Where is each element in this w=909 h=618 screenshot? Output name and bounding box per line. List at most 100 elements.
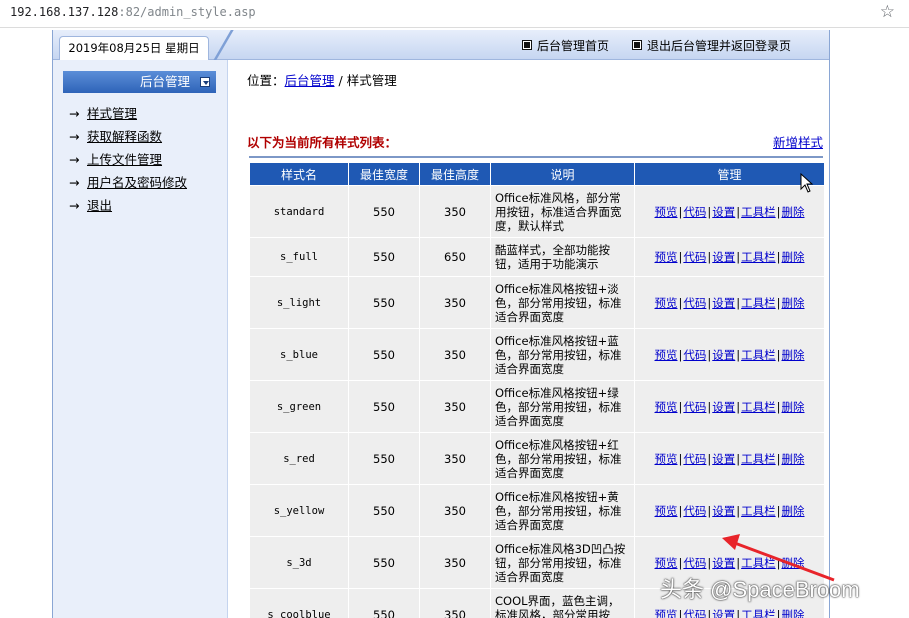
preview-link[interactable]: 预览 [655, 205, 678, 219]
star-icon[interactable]: ☆ [880, 2, 895, 22]
manage-cell: 预览|代码|设置|工具栏|删除 [635, 433, 824, 484]
delete-link[interactable]: 删除 [782, 348, 805, 362]
settings-link[interactable]: 设置 [712, 400, 735, 414]
sidebar-menu: → 样式管理 → 获取解释函数 → 上传文件管理 → 用户名及密码修改 → 退出 [69, 102, 187, 217]
separator: | [707, 607, 712, 618]
settings-link[interactable]: 设置 [712, 296, 735, 310]
best-height-cell: 350 [420, 537, 490, 588]
preview-link[interactable]: 预览 [655, 296, 678, 310]
breadcrumb: 位置：后台管理 / 样式管理 [247, 73, 397, 88]
toolbar-link[interactable]: 工具栏 [741, 348, 776, 362]
url-text[interactable]: 192.168.137.128:82/admin_style.asp [10, 5, 256, 19]
sidebar-item-password[interactable]: → 用户名及密码修改 [69, 171, 187, 194]
style-name-cell: standard [250, 186, 348, 237]
sidebar-item-get-functions[interactable]: → 获取解释函数 [69, 125, 187, 148]
breadcrumb-admin-link[interactable]: 后台管理 [285, 73, 335, 88]
delete-link[interactable]: 删除 [782, 452, 805, 466]
best-width-cell: 550 [349, 589, 419, 618]
separator: | [776, 250, 781, 264]
style-name-cell: s_coolblue [250, 589, 348, 618]
code-link[interactable]: 代码 [683, 250, 706, 264]
best-width-cell: 550 [349, 329, 419, 380]
sidebar-item-style-manage[interactable]: → 样式管理 [69, 102, 187, 125]
best-width-cell: 550 [349, 186, 419, 237]
toolbar-link[interactable]: 工具栏 [741, 608, 776, 618]
admin-home-link[interactable]: 后台管理首页 [522, 37, 609, 54]
settings-link[interactable]: 设置 [712, 250, 735, 264]
separator: | [678, 607, 683, 618]
table-row: s_yellow 550 350 Office标准风格按钮+黄色，部分常用按钮，标准适… [250, 485, 824, 536]
table-row: standard 550 350 Office标准风格，部分常用按钮，标准适合界面宽度… [250, 186, 824, 237]
code-link[interactable]: 代码 [683, 608, 706, 618]
separator: | [736, 451, 741, 466]
separator: | [736, 204, 741, 219]
preview-link[interactable]: 预览 [655, 250, 678, 264]
separator: | [736, 399, 741, 414]
browser-address-bar[interactable]: 192.168.137.128:82/admin_style.asp ☆ [0, 0, 909, 28]
sidebar-item-exit[interactable]: → 退出 [69, 194, 187, 217]
delete-link[interactable]: 删除 [782, 608, 805, 618]
delete-link[interactable]: 删除 [782, 250, 805, 264]
best-width-cell: 550 [349, 433, 419, 484]
code-link[interactable]: 代码 [683, 205, 706, 219]
settings-link[interactable]: 设置 [712, 504, 735, 518]
code-link[interactable]: 代码 [683, 400, 706, 414]
code-link[interactable]: 代码 [683, 556, 706, 570]
separator: | [736, 555, 741, 570]
toolbar-link[interactable]: 工具栏 [741, 250, 776, 264]
toolbar-link[interactable]: 工具栏 [741, 452, 776, 466]
preview-link[interactable]: 预览 [655, 556, 678, 570]
table-row: s_light 550 350 Office标准风格按钮+淡色，部分常用按钮，标准适合… [250, 277, 824, 328]
toolbar-link[interactable]: 工具栏 [741, 296, 776, 310]
sidebar-item-upload-files[interactable]: → 上传文件管理 [69, 148, 187, 171]
settings-link[interactable]: 设置 [712, 556, 735, 570]
toolbar-link[interactable]: 工具栏 [741, 205, 776, 219]
sidebar-header[interactable]: 后台管理 [63, 71, 216, 93]
settings-link[interactable]: 设置 [712, 205, 735, 219]
preview-link[interactable]: 预览 [655, 348, 678, 362]
toolbar-link[interactable]: 工具栏 [741, 556, 776, 570]
separator: | [707, 451, 712, 466]
arrow-right-icon: → [69, 152, 80, 167]
separator: | [678, 204, 683, 219]
best-height-cell: 350 [420, 277, 490, 328]
preview-link[interactable]: 预览 [655, 452, 678, 466]
settings-link[interactable]: 设置 [712, 608, 735, 618]
toolbar-link[interactable]: 工具栏 [741, 504, 776, 518]
logout-link[interactable]: 退出后台管理并返回登录页 [632, 37, 791, 54]
settings-link[interactable]: 设置 [712, 348, 735, 362]
separator: | [736, 295, 741, 310]
preview-link[interactable]: 预览 [655, 608, 678, 618]
delete-link[interactable]: 删除 [782, 556, 805, 570]
preview-link[interactable]: 预览 [655, 400, 678, 414]
separator: | [776, 204, 781, 219]
code-link[interactable]: 代码 [683, 452, 706, 466]
column-header: 说明 [491, 163, 634, 185]
separator: | [707, 399, 712, 414]
separator: | [776, 555, 781, 570]
best-height-cell: 350 [420, 186, 490, 237]
description-cell: Office标准风格，部分常用按钮，标准适合界面宽度，默认样式 [491, 186, 634, 237]
settings-link[interactable]: 设置 [712, 452, 735, 466]
code-link[interactable]: 代码 [683, 504, 706, 518]
toolbar-link[interactable]: 工具栏 [741, 400, 776, 414]
collapse-icon[interactable] [200, 77, 210, 87]
delete-link[interactable]: 删除 [782, 205, 805, 219]
list-title: 以下为当前所有样式列表： [247, 135, 398, 150]
description-cell: 酷蓝样式，全部功能按钮，适用于功能演示 [491, 238, 634, 276]
styles-table: 样式名 最佳宽度 最佳高度 说明 管理 standard 550 350 Office… [249, 162, 825, 618]
style-name-cell: s_yellow [250, 485, 348, 536]
delete-link[interactable]: 删除 [782, 400, 805, 414]
column-header: 最佳高度 [420, 163, 490, 185]
separator: | [736, 347, 741, 362]
style-name-cell: s_full [250, 238, 348, 276]
code-link[interactable]: 代码 [683, 296, 706, 310]
mouse-cursor-icon [800, 173, 814, 193]
delete-link[interactable]: 删除 [782, 296, 805, 310]
new-style-link[interactable]: 新增样式 [773, 132, 823, 151]
best-width-cell: 550 [349, 277, 419, 328]
code-link[interactable]: 代码 [683, 348, 706, 362]
delete-link[interactable]: 删除 [782, 504, 805, 518]
best-height-cell: 650 [420, 238, 490, 276]
preview-link[interactable]: 预览 [655, 504, 678, 518]
